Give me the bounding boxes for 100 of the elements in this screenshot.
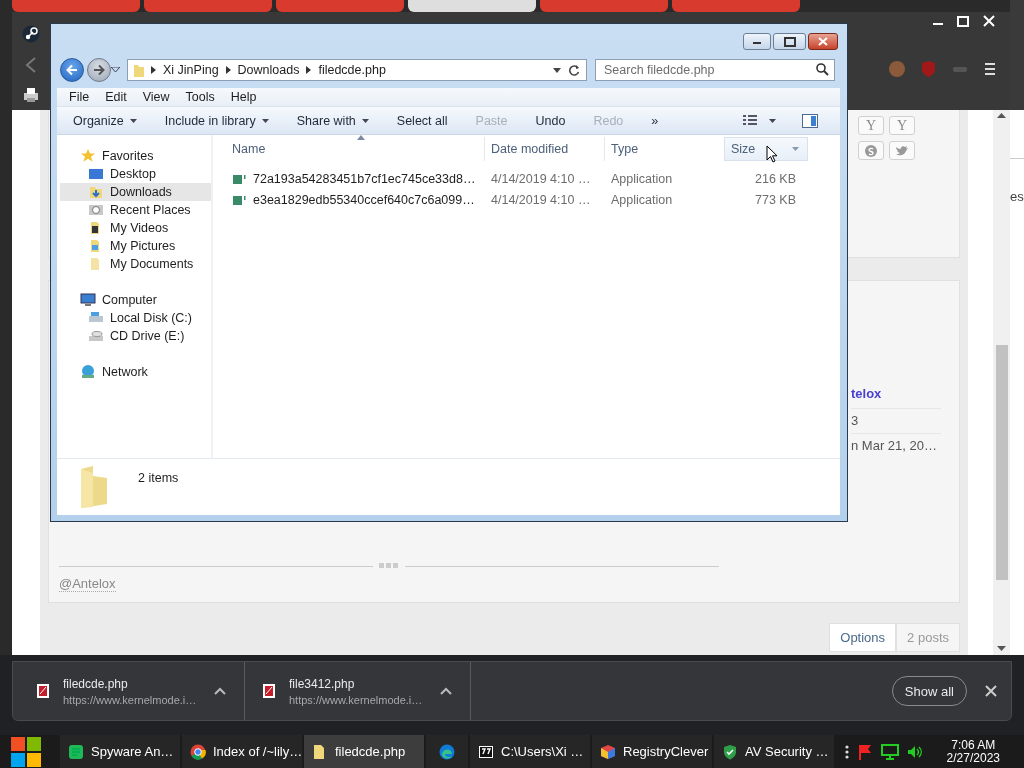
folder-icon [134, 63, 144, 77]
chevron-up-icon[interactable] [214, 687, 226, 695]
file-name[interactable]: e3ea1829edb55340ccef640c7c6a099… [230, 192, 484, 207]
maximize-button[interactable] [773, 33, 806, 50]
address-bar[interactable]: Xi JinPing Downloads filedcde.php [127, 59, 587, 81]
edge-icon [439, 743, 455, 760]
close-button[interactable] [808, 33, 838, 50]
sort-arrow-icon [357, 135, 365, 140]
right-arrow-icon [93, 64, 105, 76]
menu-item[interactable]: File [61, 88, 98, 106]
clock-folder-icon [88, 202, 104, 218]
author-info: 3 [851, 409, 941, 434]
forward-button[interactable] [87, 58, 111, 82]
close-icon [818, 37, 828, 46]
taskbar-button[interactable]: RegistryClever [592, 735, 712, 768]
social-button[interactable]: Y [889, 116, 915, 135]
star-icon [80, 148, 96, 164]
author-info: n Mar 21, 20… [851, 437, 938, 455]
menu-item[interactable]: Edit [97, 88, 135, 106]
chevron-up-icon[interactable] [440, 687, 452, 695]
dropdown-caret-icon[interactable] [111, 67, 120, 73]
caret-icon [792, 147, 799, 151]
breadcrumb-item[interactable]: Xi JinPing [163, 63, 219, 77]
file-size: 773 KB [754, 192, 797, 207]
search-field[interactable]: Search filedcde.php [595, 59, 835, 81]
file-type: Application [610, 171, 674, 186]
menu-item[interactable]: View [134, 88, 178, 106]
menu-item[interactable]: Help [222, 88, 265, 106]
file-date: 4/14/2019 4:10 … [490, 171, 592, 186]
toolbar-button[interactable]: Select all [392, 109, 452, 132]
breadcrumb-item[interactable]: Downloads [237, 63, 300, 77]
download-url: https://www.kernelmode.i… [63, 693, 198, 706]
toolbar-button[interactable]: Organize [69, 109, 141, 132]
column-header[interactable]: Date modified [484, 137, 604, 161]
column-header[interactable]: Size [724, 137, 808, 161]
download-name[interactable]: file3412.php [289, 676, 426, 691]
steam-icon[interactable] [22, 25, 40, 43]
nav-item[interactable]: Computer [60, 291, 211, 309]
column-header[interactable]: Name [230, 137, 484, 161]
download-name[interactable]: filedcde.php [63, 676, 200, 691]
ellipsis-handle-icon[interactable] [379, 563, 399, 569]
social-button[interactable]: Y [858, 116, 884, 135]
archive-icon [478, 743, 494, 760]
taskbar-button[interactable]: Index of /~lily… [182, 735, 302, 768]
nav-item[interactable]: Favorites [60, 147, 211, 165]
nav-item[interactable]: My Documents [60, 255, 211, 273]
bird-icon[interactable] [895, 144, 909, 157]
flag-icon[interactable] [856, 743, 873, 760]
toolbar-button[interactable]: Share with [292, 109, 373, 132]
restore-icon [783, 36, 796, 47]
dropdown-caret-icon[interactable] [553, 67, 561, 73]
taskbar-button[interactable]: AV Security … [714, 735, 834, 768]
taskbar-button[interactable]: Spyware An… [60, 735, 180, 768]
taskbar-button[interactable]: filedcde.php [304, 735, 424, 768]
view-list-icon[interactable] [743, 114, 757, 127]
cd-drive-icon [88, 328, 104, 344]
refresh-icon[interactable] [568, 64, 580, 76]
network-icon [80, 364, 96, 380]
application-icon [233, 193, 247, 206]
back-button[interactable] [60, 58, 84, 82]
nav-item[interactable]: Desktop [60, 165, 211, 183]
chevron-icon [151, 66, 156, 74]
search-icon[interactable] [816, 63, 829, 76]
file-icon [263, 684, 275, 698]
more-icon[interactable] [844, 743, 849, 760]
author-link[interactable]: telox [851, 386, 941, 409]
nav-item[interactable]: My Videos [60, 219, 211, 237]
close-icon[interactable] [985, 685, 997, 697]
preview-pane-icon[interactable] [802, 113, 818, 128]
nav-item[interactable]: Local Disk (C:) [60, 309, 211, 327]
nav-item[interactable]: Recent Places [60, 201, 211, 219]
chevron-icon [225, 66, 231, 74]
file-type: Application [610, 192, 674, 207]
download-url: https://www.kernelmode.i… [289, 693, 424, 706]
taskbar-button[interactable]: C:\Users\Xi … [470, 735, 590, 768]
caret-icon [129, 118, 137, 123]
toolbar-button[interactable]: Include in library [160, 109, 273, 132]
menu-icon[interactable] [984, 61, 996, 77]
toolbar-button[interactable]: Undo [531, 109, 570, 132]
note-icon [68, 743, 84, 760]
chevron-icon [306, 66, 312, 74]
toolbar-button[interactable]: » [647, 109, 663, 132]
taskbar-button[interactable] [426, 735, 468, 768]
skype-icon[interactable] [864, 143, 878, 158]
nav-item[interactable]: Network [60, 363, 211, 381]
thread-button[interactable]: Options [829, 623, 897, 652]
file-name[interactable]: 72a193a54283451b7cf1ec745ce33d8… [230, 171, 484, 186]
computer-icon [80, 292, 96, 308]
minimize-button[interactable] [743, 33, 771, 50]
nav-item[interactable]: My Pictures [60, 237, 211, 255]
printer-icon[interactable] [23, 87, 39, 103]
monitor-icon[interactable] [880, 743, 899, 760]
nav-item[interactable]: CD Drive (E:) [60, 327, 211, 345]
menu-item[interactable]: Tools [177, 88, 223, 106]
caret-icon[interactable] [769, 118, 776, 123]
breadcrumb-item[interactable]: filedcde.php [318, 63, 386, 77]
nav-item[interactable]: Downloads [60, 183, 211, 201]
clock[interactable]: 7:06 AM 2/27/2023 [946, 738, 1000, 765]
window-text: es [1010, 189, 1024, 204]
scrollbar-thumb[interactable] [995, 345, 1008, 580]
